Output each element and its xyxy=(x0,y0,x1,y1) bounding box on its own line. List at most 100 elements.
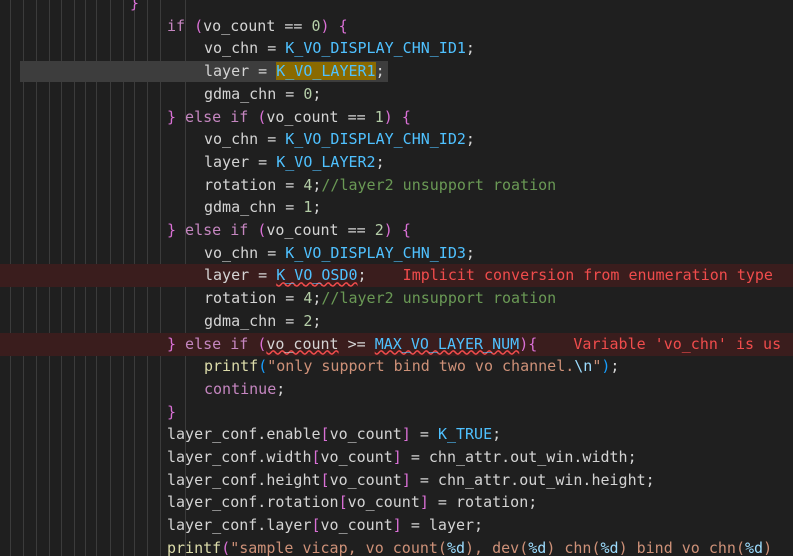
code-line[interactable]: continue; xyxy=(0,378,793,401)
code-token: vo_count == xyxy=(266,221,375,239)
code-token: %d xyxy=(446,538,466,556)
code-token: ( xyxy=(258,357,268,376)
code-token: K_TRUE xyxy=(437,425,493,444)
code-token: = chn_attr.out_win.height; xyxy=(410,470,655,489)
code-token: ( xyxy=(221,538,231,556)
code-token: ( xyxy=(194,16,204,35)
code-token: { xyxy=(338,16,348,35)
code-token: vo_chn = xyxy=(204,130,286,149)
code-token: if xyxy=(167,16,186,35)
code-line[interactable]: } xyxy=(0,0,793,15)
code-token: vo_count xyxy=(347,493,420,512)
code-token: vo_count xyxy=(329,470,402,489)
code-token: %d xyxy=(528,538,547,556)
code-token: [ xyxy=(338,493,348,512)
code-token: = chn_attr.out_win.width; xyxy=(401,448,637,466)
code-token: ; xyxy=(312,311,322,330)
code-token: } xyxy=(167,107,177,126)
code-token: gdma_chn = xyxy=(204,198,304,217)
code-line[interactable]: layer_conf.height[vo_count] = chn_attr.o… xyxy=(0,469,793,492)
code-token: %d xyxy=(745,538,764,556)
code-line[interactable]: } else if (vo_count == 1) { xyxy=(0,106,793,129)
code-token: else if xyxy=(176,221,258,239)
code-token: vo_count xyxy=(329,425,402,444)
code-line[interactable]: gdma_chn = 2; xyxy=(0,310,793,333)
code-line[interactable]: layer_conf.width[vo_count] = chn_attr.ou… xyxy=(0,446,793,469)
code-token: ) xyxy=(320,16,330,35)
code-token: vo_count == xyxy=(266,107,375,126)
code-token: vo_count xyxy=(266,334,339,353)
code-token: vo_chn = xyxy=(204,243,286,262)
code-line[interactable]: if (vo_count == 0) { xyxy=(0,15,793,38)
code-token: ] xyxy=(401,470,411,489)
error-message[interactable]: Variable 'vo_chn' is us xyxy=(537,335,781,353)
code-token: [ xyxy=(311,516,321,535)
code-line[interactable]: layer_conf.rotation[vo_count] = rotation… xyxy=(0,491,793,514)
code-line[interactable]: vo_chn = K_VO_DISPLAY_CHN_ID1; xyxy=(0,37,793,60)
code-token: { xyxy=(401,221,411,239)
code-line[interactable]: } xyxy=(0,401,793,424)
code-line[interactable]: layer = K_VO_LAYER1; xyxy=(0,60,793,83)
code-token: ) xyxy=(383,107,393,126)
code-token: layer_conf.enable xyxy=(167,425,321,444)
code-token: } xyxy=(167,221,177,239)
code-token: K_VO_DISPLAY_CHN_ID3 xyxy=(285,243,466,262)
code-token: 2 xyxy=(374,221,384,239)
code-token: layer = xyxy=(204,266,277,285)
code-token: ; xyxy=(465,130,475,149)
code-token: K_VO_LAYER1 xyxy=(276,62,376,81)
code-token: ( xyxy=(257,334,267,353)
code-line[interactable]: rotation = 4;//layer2 unsupport roation xyxy=(0,174,793,197)
code-token: [ xyxy=(320,470,330,489)
code-token: ; xyxy=(492,425,502,444)
code-token: ; xyxy=(276,379,286,398)
code-line[interactable]: gdma_chn = 0; xyxy=(0,83,793,106)
code-token: ( xyxy=(257,107,267,126)
code-token: ; xyxy=(465,243,475,262)
code-line[interactable]: rotation = 4;//layer2 unsupport roation xyxy=(0,287,793,310)
code-line[interactable]: printf("sample_vicap, vo_count(%d), dev(… xyxy=(0,537,793,556)
code-token: layer_conf.rotation xyxy=(167,493,339,512)
code-line[interactable]: layer_conf.layer[vo_count] = layer; xyxy=(0,514,793,537)
code-token: else if xyxy=(176,107,258,126)
code-line-error[interactable]: } else if (vo_count >= MAX_VO_LAYER_NUM)… xyxy=(0,332,793,356)
code-editor[interactable]: } if (vo_count == 0) {vo_chn = K_VO_DISPL… xyxy=(0,0,793,556)
code-line[interactable]: gdma_chn = 1; xyxy=(0,196,793,219)
code-token: vo_count xyxy=(320,448,393,466)
code-line[interactable]: } else if (vo_count == 2) { xyxy=(0,219,793,242)
code-token: 1 xyxy=(374,107,384,126)
code-token: [ xyxy=(311,448,321,466)
code-token: vo_chn = xyxy=(204,39,286,58)
code-token: ; xyxy=(357,266,367,285)
code-token: layer = xyxy=(204,62,277,81)
code-token: ] xyxy=(392,448,402,466)
code-token: rotation = xyxy=(204,289,304,308)
code-token: //layer2 unsupport roation xyxy=(321,175,557,194)
code-line[interactable]: vo_chn = K_VO_DISPLAY_CHN_ID3; xyxy=(0,242,793,265)
code-token: ] xyxy=(401,425,411,444)
code-token: MAX_VO_LAYER_NUM xyxy=(374,334,520,353)
code-line-error[interactable]: layer = K_VO_OSD0; Implicit conversion f… xyxy=(0,264,793,288)
code-line[interactable]: layer = K_VO_LAYER2; xyxy=(0,151,793,174)
code-token: " xyxy=(592,357,602,376)
code-token: ) bind vo chn( xyxy=(618,538,745,556)
code-token: K_VO_OSD0 xyxy=(276,266,358,285)
code-token: ; xyxy=(610,357,620,376)
code-token: { xyxy=(528,334,538,353)
code-token: ] xyxy=(392,516,402,535)
code-token: ) xyxy=(763,538,773,556)
error-message[interactable]: Implicit conversion from enumeration typ… xyxy=(367,266,773,284)
code-token: ), dev( xyxy=(465,538,529,556)
code-line[interactable]: layer_conf.enable[vo_count] = K_TRUE; xyxy=(0,423,793,446)
code-token: >= xyxy=(338,334,375,353)
code-line[interactable]: printf("only support bind two vo channel… xyxy=(0,355,793,378)
code-token: layer_conf.layer xyxy=(167,516,312,535)
code-token: ) xyxy=(519,334,529,353)
code-token: printf xyxy=(167,538,222,556)
code-token: //layer2 unsupport roation xyxy=(321,289,557,308)
code-token: K_VO_LAYER2 xyxy=(276,152,376,171)
code-line[interactable]: vo_chn = K_VO_DISPLAY_CHN_ID2; xyxy=(0,128,793,151)
